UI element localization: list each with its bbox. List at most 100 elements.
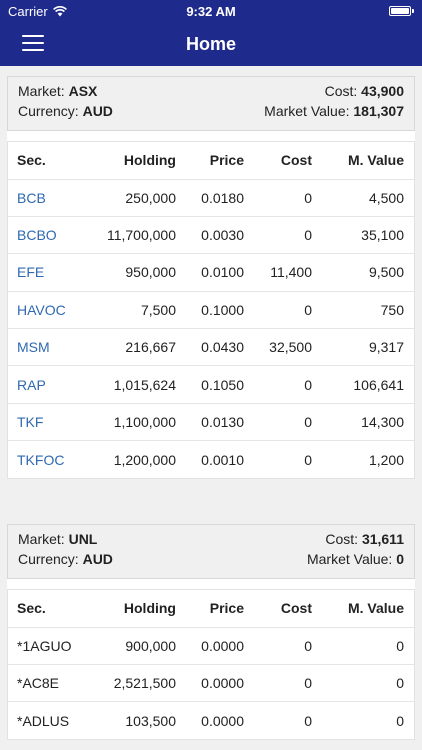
market-row: Market: ASX	[18, 83, 113, 99]
market-value: ASX	[68, 83, 98, 99]
security-cell: *1AGUO	[8, 626, 86, 665]
portfolio-list[interactable]: Market: ASX Currency: AUD Cost: 43,900 Mark…	[0, 66, 422, 750]
security-cell[interactable]: TKFOC	[8, 440, 86, 479]
market-value-row: Market Value: 0	[307, 551, 404, 567]
table-row[interactable]: RAP 1,015,624 0.1050 0 106,641	[8, 365, 414, 404]
security-link[interactable]: HAVOC	[17, 302, 66, 318]
holding-cell: 1,100,000	[86, 402, 186, 441]
table-row[interactable]: TKF 1,100,000 0.0130 0 14,300	[8, 402, 414, 441]
currency-row: Currency: AUD	[18, 103, 113, 119]
currency-label: Currency:	[18, 103, 79, 119]
security-cell[interactable]: BCBO	[8, 215, 86, 254]
security-cell[interactable]: MSM	[8, 328, 86, 366]
holdings-table: Sec. Holding Price Cost M. Value *1AGUO 900,00…	[8, 590, 414, 740]
market-value-label: Market Value:	[306, 551, 393, 568]
price-cell: 0.0430	[186, 328, 254, 366]
table-row[interactable]: EFE 950,000 0.0100 11,400 9,500	[8, 253, 414, 292]
mvalue-cell: 4,500	[322, 178, 414, 217]
holding-cell: 103,500	[86, 701, 186, 740]
mvalue-cell: 0	[322, 626, 414, 665]
price-cell: 0.0000	[186, 701, 254, 740]
price-cell: 0.0000	[186, 626, 254, 665]
security-code: *AC8E	[17, 675, 60, 692]
status-bar: Carrier 9:32 AM	[0, 0, 422, 22]
security-link[interactable]: BCBO	[17, 227, 57, 243]
table-header: Sec. Holding Price Cost M. Value	[8, 590, 414, 627]
security-link[interactable]: TKFOC	[17, 452, 64, 468]
holding-cell: 2,521,500	[86, 664, 186, 702]
cost-cell: 0	[254, 664, 322, 702]
security-cell[interactable]: RAP	[8, 365, 86, 404]
table-row[interactable]: BCB 250,000 0.0180 0 4,500	[8, 178, 414, 217]
market-value: UNL	[68, 531, 98, 548]
holdings-table-wrap: Sec. Holding Price Cost M. Value BCB 250,000 0.…	[7, 141, 415, 480]
holding-cell: 7,500	[86, 290, 186, 329]
price-cell: 0.0000	[186, 664, 254, 702]
table-row[interactable]: HAVOC 7,500 0.1000 0 750	[8, 290, 414, 329]
price-cell: 0.1050	[186, 365, 254, 404]
market-sections: Market: ASX Currency: AUD Cost: 43,900 Mark…	[0, 76, 422, 741]
price-cell: 0.0100	[186, 253, 254, 292]
mvalue-header: M. Value	[347, 600, 404, 617]
mvalue-cell: 9,500	[322, 253, 414, 292]
security-code: *1AGUO	[17, 637, 72, 654]
currency-row: Currency: AUD	[18, 551, 113, 567]
security-link[interactable]: EFE	[17, 264, 44, 280]
holding-cell: 250,000	[86, 178, 186, 217]
market-value-total: 181,307	[353, 103, 404, 119]
mvalue-header: M. Value	[347, 152, 404, 169]
market-value-label: Market Value:	[264, 103, 350, 119]
market-section: Market: UNL Currency: AUD Cost: 31,611 Mark…	[7, 524, 415, 741]
holding-header: Holding	[123, 152, 176, 169]
mvalue-cell: 1,200	[322, 440, 414, 479]
currency-value: AUD	[82, 551, 113, 568]
security-link[interactable]: RAP	[17, 377, 46, 393]
currency-label: Currency:	[18, 551, 79, 568]
security-link[interactable]: TKF	[17, 414, 43, 430]
table-row[interactable]: *1AGUO 900,000 0.0000 0 0	[8, 626, 414, 665]
cost-cell: 0	[254, 215, 322, 254]
holdings-table-wrap: Sec. Holding Price Cost M. Value *1AGUO 900,00…	[7, 589, 415, 741]
security-link[interactable]: BCB	[17, 190, 46, 206]
cost-cell: 0	[254, 290, 322, 329]
sec-header: Sec.	[17, 600, 46, 617]
cost-cell: 32,500	[254, 328, 322, 366]
cost-label: Cost:	[325, 531, 359, 548]
holdings-table: Sec. Holding Price Cost M. Value BCB 250,000 0.…	[8, 142, 414, 479]
table-row[interactable]: *AC8E 2,521,500 0.0000 0 0	[8, 664, 414, 702]
table-row[interactable]: TKFOC 1,200,000 0.0010 0 1,200	[8, 440, 414, 479]
mvalue-cell: 0	[322, 664, 414, 702]
currency-value: AUD	[82, 103, 113, 119]
holding-cell: 950,000	[86, 253, 186, 292]
market-value-row: Market Value: 181,307	[264, 103, 404, 119]
holding-cell: 900,000	[86, 626, 186, 665]
price-cell: 0.0030	[186, 215, 254, 254]
cost-row: Cost: 43,900	[264, 83, 404, 99]
price-cell: 0.0130	[186, 402, 254, 441]
nav-bar: Home	[0, 22, 422, 66]
cost-value: 43,900	[361, 83, 404, 99]
mvalue-cell: 35,100	[322, 215, 414, 254]
security-code: *ADLUS	[17, 712, 70, 729]
mvalue-cell: 9,317	[322, 328, 414, 366]
hamburger-menu-icon[interactable]	[22, 35, 44, 53]
security-link[interactable]: MSM	[17, 339, 50, 355]
mvalue-cell: 0	[322, 701, 414, 740]
page-title: Home	[185, 33, 236, 54]
table-row[interactable]: MSM 216,667 0.0430 32,500 9,317	[8, 328, 414, 366]
mvalue-cell: 106,641	[322, 365, 414, 404]
security-cell[interactable]: EFE	[8, 253, 86, 292]
holding-cell: 1,200,000	[86, 440, 186, 479]
table-row[interactable]: BCBO 11,700,000 0.0030 0 35,100	[8, 215, 414, 254]
price-cell: 0.0180	[186, 178, 254, 217]
price-cell: 0.1000	[186, 290, 254, 329]
table-row[interactable]: *ADLUS 103,500 0.0000 0 0	[8, 701, 414, 740]
security-cell[interactable]: TKF	[8, 402, 86, 441]
security-cell[interactable]: BCB	[8, 178, 86, 217]
holding-header: Holding	[123, 600, 176, 617]
status-time: 9:32 AM	[186, 3, 236, 19]
security-cell[interactable]: HAVOC	[8, 290, 86, 329]
market-summary: Market: UNL Currency: AUD Cost: 31,611 Mark…	[7, 524, 415, 580]
cost-cell: 0	[254, 402, 322, 441]
mvalue-cell: 14,300	[322, 402, 414, 441]
